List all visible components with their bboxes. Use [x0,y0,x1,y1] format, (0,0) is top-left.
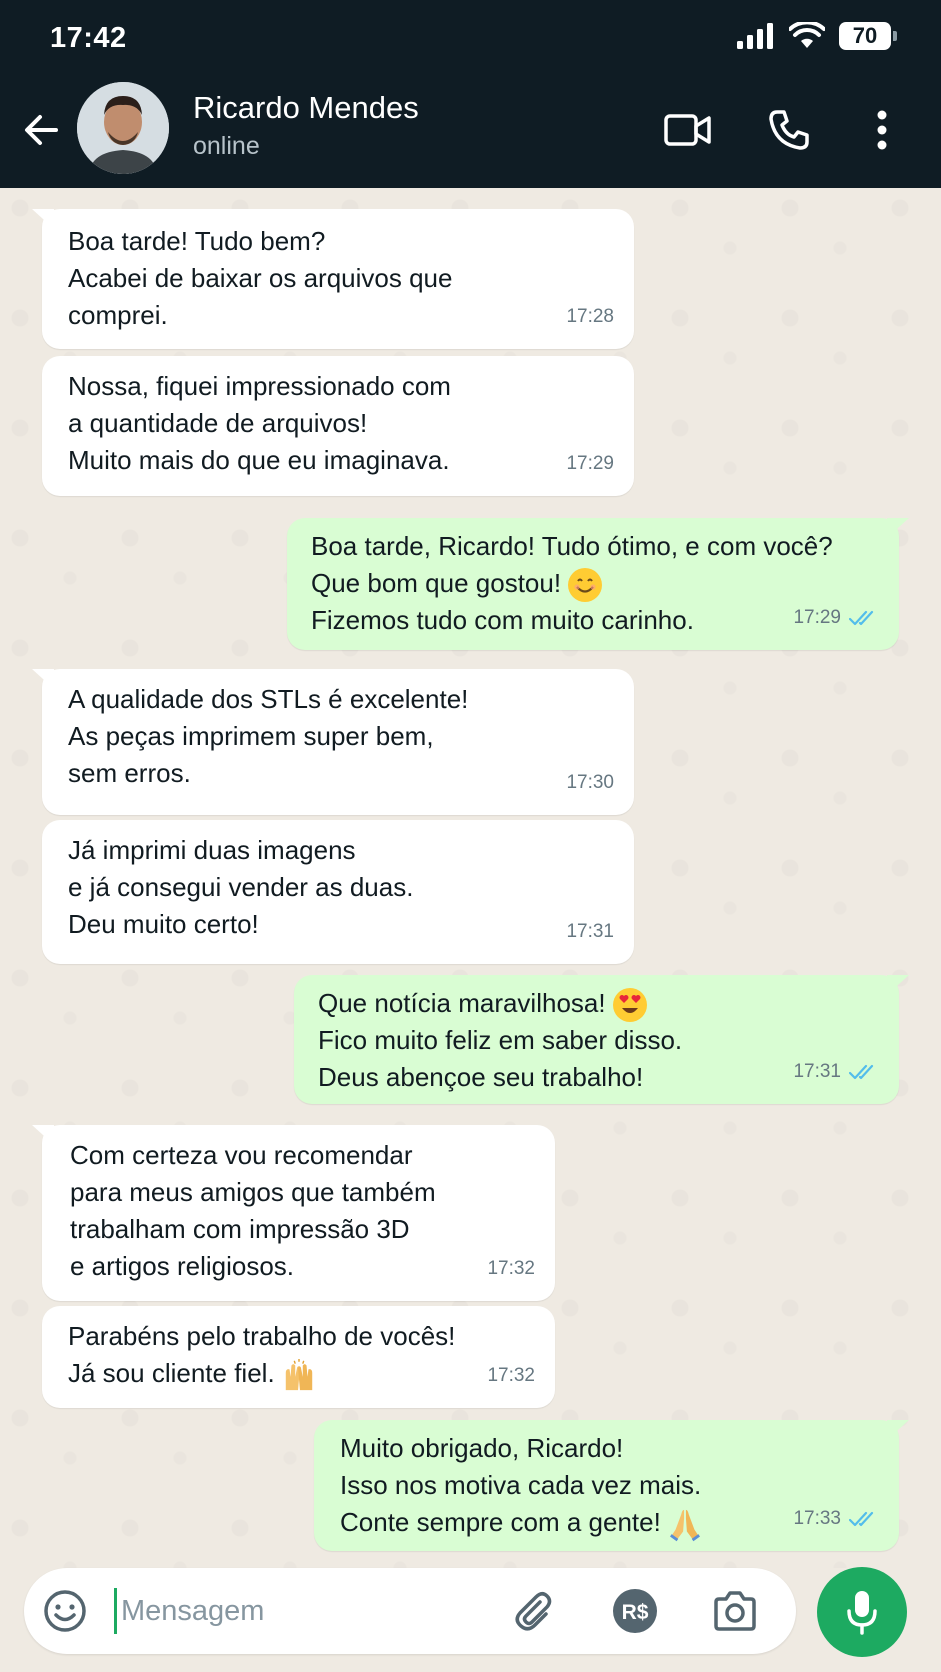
emoji-button[interactable] [42,1588,88,1634]
paperclip-icon [515,1592,552,1631]
message-line: Que notícia maravilhosa! [318,988,606,1018]
message-time: 17:31 [566,921,614,942]
message-line-with-emoji: Que bom que gostou! [311,565,887,603]
chat-area[interactable]: Boa tarde! Tudo bem? Acabei de baixar os… [0,188,941,1568]
more-options-button[interactable] [856,104,908,156]
smiling-face-emoji [568,568,603,603]
battery-level: 70 [852,23,878,48]
raising-hands-emoji [282,1358,316,1392]
message-line: Já sou cliente fiel. [68,1358,275,1388]
message-meta: 17:31 [566,913,614,950]
message-line: Parabéns pelo trabalho de vocês! [68,1321,456,1351]
video-call-button[interactable] [662,104,714,156]
message-line: Conte sempre com a gente! [340,1507,661,1537]
message-meta: 17:28 [566,298,614,335]
message-incoming[interactable]: A qualidade dos STLs é excelente! As peç… [32,669,634,815]
svg-text:R$: R$ [622,1601,649,1624]
message-meta: 17:31 [793,1053,879,1090]
message-time: 17:30 [566,772,614,793]
message-composer: R$ [24,1568,796,1654]
message-meta: 17:30 [566,764,614,801]
currency-brl-icon: R$ [613,1589,657,1633]
message-text: Já imprimi duas imagens e já consegui ve… [68,835,414,939]
phone-icon [769,110,809,150]
arrow-left-icon [25,115,58,145]
camera-icon [714,1591,756,1631]
message-incoming[interactable]: Com certeza vou recomendar para meus ami… [32,1125,555,1301]
message-meta: 17:32 [487,1357,535,1394]
message-line-with-emoji: Que notícia maravilhosa! [318,985,887,1023]
message-text: Nossa, fiquei impressionado com a quanti… [68,371,451,475]
folded-hands-emoji [668,1507,702,1542]
microphone-icon [847,1591,877,1635]
attach-button[interactable] [510,1588,556,1634]
back-button[interactable] [20,108,64,152]
message-input[interactable] [114,1588,414,1634]
message-line: Isso nos motiva cada vez mais. [340,1470,702,1500]
contact-name[interactable]: Ricardo Mendes [193,90,419,126]
double-check-read-icon [849,1511,874,1526]
message-meta: 17:29 [793,599,879,636]
avatar[interactable] [77,82,169,174]
double-check-read-icon [849,610,874,625]
status-icons: 70 [737,22,897,50]
contact-status: online [193,132,260,160]
message-incoming[interactable]: Já imprimi duas imagens e já consegui ve… [42,820,634,964]
message-meta: 17:29 [566,445,614,482]
message-time: 17:29 [793,607,841,628]
message-incoming[interactable]: Nossa, fiquei impressionado com a quanti… [42,356,634,496]
voice-message-button[interactable] [817,1567,907,1657]
voice-call-button[interactable] [763,104,815,156]
more-vertical-icon [877,110,887,150]
status-bar: 17:42 70 [0,0,941,78]
double-check-read-icon [849,1064,874,1079]
status-time: 17:42 [50,22,127,54]
message-time: 17:32 [487,1258,535,1279]
message-text: A qualidade dos STLs é excelente! As peç… [68,684,469,788]
message-line: Muito obrigado, Ricardo! [340,1433,624,1463]
battery-indicator: 70 [839,22,897,50]
message-outgoing[interactable]: Que notícia maravilhosa! Fico muito feli… [294,975,909,1104]
emoji-icon [44,1590,86,1632]
heart-eyes-emoji [612,988,647,1023]
camera-button[interactable] [712,1588,758,1634]
message-outgoing[interactable]: Boa tarde, Ricardo! Tudo ótimo, e com vo… [287,518,909,650]
message-line: Boa tarde, Ricardo! Tudo ótimo, e com vo… [311,531,833,561]
message-line-with-emoji: Já sou cliente fiel. [68,1355,535,1392]
message-incoming[interactable]: Parabéns pelo trabalho de vocês! Já sou … [42,1306,555,1408]
message-time: 17:32 [487,1365,535,1386]
wifi-icon [789,22,825,48]
message-outgoing[interactable]: Muito obrigado, Ricardo! Isso nos motiva… [314,1420,909,1551]
chat-header: Ricardo Mendes online [0,78,941,188]
message-text: Boa tarde! Tudo bem? Acabei de baixar os… [68,226,453,330]
signal-icon [737,23,773,49]
video-camera-icon [664,114,711,146]
message-time: 17:31 [793,1061,841,1082]
message-time: 17:28 [566,306,614,327]
payment-button[interactable]: R$ [612,1588,658,1634]
avatar-photo [77,82,169,174]
message-meta: 17:32 [487,1250,535,1287]
message-meta: 17:33 [793,1500,879,1537]
message-time: 17:33 [793,1508,841,1529]
message-line: Que bom que gostou! [311,568,562,598]
message-text: Com certeza vou recomendar para meus ami… [70,1140,436,1281]
message-text: Parabéns pelo trabalho de vocês! Já sou … [42,1306,555,1392]
message-incoming[interactable]: Boa tarde! Tudo bem? Acabei de baixar os… [32,209,634,349]
message-time: 17:29 [566,453,614,474]
